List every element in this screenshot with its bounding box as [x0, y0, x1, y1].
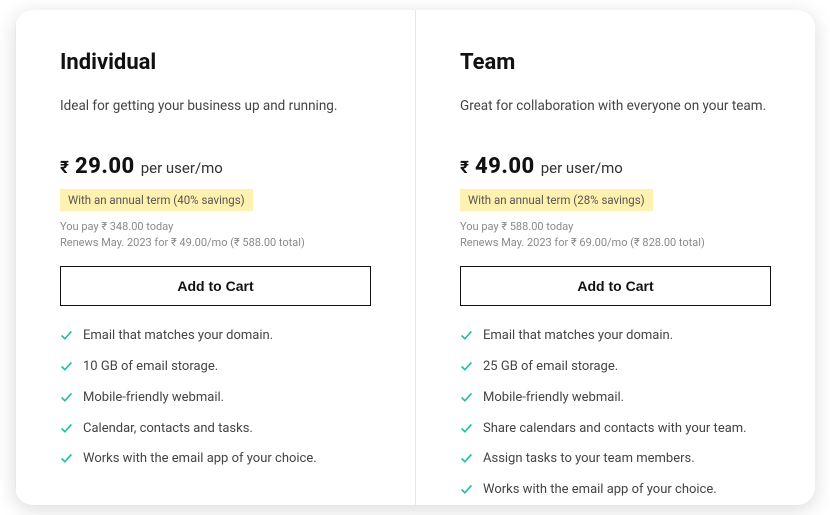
check-icon [460, 391, 473, 404]
renews-text: Renews May. 2023 for ₹ 49.00/mo (₹ 588.0… [60, 235, 371, 252]
savings-badge: With an annual term (28% savings) [460, 189, 653, 211]
pay-today: You pay ₹ 348.00 today [60, 219, 371, 236]
feature-text: Mobile-friendly webmail. [483, 390, 624, 407]
feature-item: 10 GB of email storage. [60, 359, 371, 376]
feature-item: Mobile-friendly webmail. [60, 390, 371, 407]
check-icon [460, 360, 473, 373]
check-icon [460, 483, 473, 496]
check-icon [460, 452, 473, 465]
price-line: ₹ 29.00 per user/mo [60, 154, 371, 179]
currency-symbol: ₹ [460, 158, 469, 178]
pay-today: You pay ₹ 588.00 today [460, 219, 771, 236]
feature-text: Works with the email app of your choice. [483, 482, 717, 499]
feature-list: Email that matches your domain. 25 GB of… [460, 328, 771, 499]
feature-list: Email that matches your domain. 10 GB of… [60, 328, 371, 468]
feature-item: 25 GB of email storage. [460, 359, 771, 376]
price-per: per user/mo [541, 159, 623, 177]
feature-item: Calendar, contacts and tasks. [60, 421, 371, 438]
fineprint: You pay ₹ 348.00 today Renews May. 2023 … [60, 219, 371, 252]
feature-item: Email that matches your domain. [460, 328, 771, 345]
check-icon [60, 452, 73, 465]
plan-individual: Individual Ideal for getting your busine… [15, 10, 416, 505]
price-amount: 29.00 [75, 154, 135, 179]
feature-text: 10 GB of email storage. [83, 359, 218, 376]
plan-title: Team [460, 50, 771, 75]
feature-text: Email that matches your domain. [83, 328, 273, 345]
price-amount: 49.00 [475, 154, 535, 179]
check-icon [460, 422, 473, 435]
check-icon [60, 360, 73, 373]
feature-text: Works with the email app of your choice. [83, 451, 317, 468]
feature-item: Email that matches your domain. [60, 328, 371, 345]
savings-badge: With an annual term (40% savings) [60, 189, 253, 211]
check-icon [60, 329, 73, 342]
pricing-card: Individual Ideal for getting your busine… [15, 10, 815, 505]
currency-symbol: ₹ [60, 158, 69, 178]
feature-text: Calendar, contacts and tasks. [83, 421, 253, 438]
plan-description: Ideal for getting your business up and r… [60, 97, 371, 116]
plan-description: Great for collaboration with everyone on… [460, 97, 771, 116]
plan-team: Team Great for collaboration with everyo… [416, 10, 815, 505]
feature-item: Share calendars and contacts with your t… [460, 421, 771, 438]
check-icon [460, 329, 473, 342]
check-icon [60, 422, 73, 435]
feature-text: 25 GB of email storage. [483, 359, 618, 376]
feature-text: Share calendars and contacts with your t… [483, 421, 747, 438]
plan-title: Individual [60, 50, 371, 75]
feature-text: Mobile-friendly webmail. [83, 390, 224, 407]
renews-text: Renews May. 2023 for ₹ 69.00/mo (₹ 828.0… [460, 235, 771, 252]
feature-item: Works with the email app of your choice. [60, 451, 371, 468]
add-to-cart-button[interactable]: Add to Cart [460, 266, 771, 306]
price-line: ₹ 49.00 per user/mo [460, 154, 771, 179]
price-per: per user/mo [141, 159, 223, 177]
feature-item: Mobile-friendly webmail. [460, 390, 771, 407]
add-to-cart-button[interactable]: Add to Cart [60, 266, 371, 306]
feature-text: Email that matches your domain. [483, 328, 673, 345]
feature-text: Assign tasks to your team members. [483, 451, 695, 468]
feature-item: Works with the email app of your choice. [460, 482, 771, 499]
fineprint: You pay ₹ 588.00 today Renews May. 2023 … [460, 219, 771, 252]
feature-item: Assign tasks to your team members. [460, 451, 771, 468]
check-icon [60, 391, 73, 404]
